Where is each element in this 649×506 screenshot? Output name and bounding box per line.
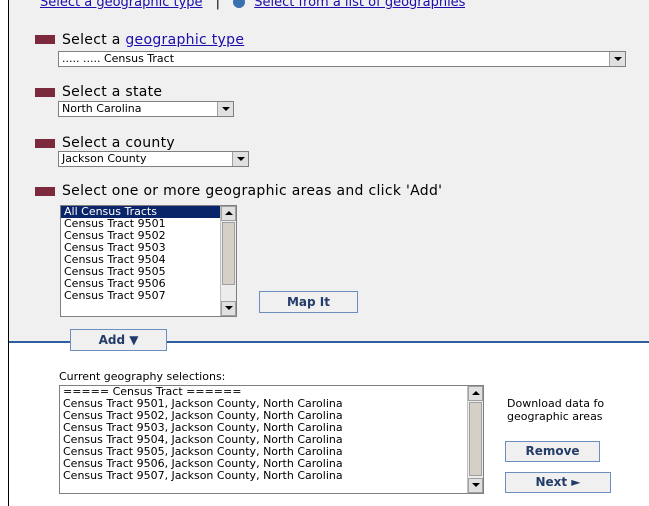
bullet-icon	[35, 35, 55, 44]
scrollbar[interactable]	[220, 206, 236, 316]
state-select-value: North Carolina	[62, 102, 142, 115]
download-note-line1: Download data fo	[507, 397, 605, 410]
state-select[interactable]: North Carolina	[58, 101, 234, 117]
add-button[interactable]: Add ▼	[70, 329, 167, 351]
chevron-down-icon[interactable]	[232, 152, 248, 166]
frame-border	[8, 0, 9, 506]
geographic-type-link[interactable]: geographic type	[125, 32, 244, 48]
scroll-thumb[interactable]	[469, 402, 482, 476]
chevron-down-icon[interactable]	[609, 52, 625, 66]
bullet-icon	[35, 88, 55, 97]
radio-icon[interactable]	[233, 0, 246, 8]
scroll-up-icon[interactable]	[468, 386, 483, 401]
list-geographies-link[interactable]: Select from a list of geographies	[254, 0, 465, 10]
county-select[interactable]: Jackson County	[58, 151, 249, 167]
list-item[interactable]: Census Tract 9507	[61, 290, 236, 302]
areas-label: Select one or more geographic areas and …	[62, 183, 443, 199]
geo-type-label-prefix: Select a	[62, 32, 126, 48]
county-label: Select a county	[62, 135, 175, 151]
scroll-down-icon[interactable]	[468, 478, 483, 493]
bullet-icon	[35, 139, 55, 148]
geographic-type-link[interactable]: Select a geographic type	[40, 0, 203, 10]
areas-listbox[interactable]: All Census Tracts Census Tract 9501 Census…	[60, 205, 237, 317]
scrollbar[interactable]	[467, 386, 483, 493]
bullet-icon	[35, 187, 55, 196]
geo-type-label: Select a geographic type	[62, 32, 244, 48]
link-separator: |	[215, 0, 221, 10]
next-button[interactable]: Next ►	[505, 472, 611, 493]
geo-type-select-value: ..... ..... Census Tract	[62, 52, 175, 65]
remove-button[interactable]: Remove	[505, 441, 600, 462]
areas-rows: All Census Tracts Census Tract 9501 Census…	[61, 206, 236, 302]
state-label: Select a state	[62, 84, 163, 100]
download-note-line2: geographic areas	[507, 410, 603, 423]
scroll-thumb[interactable]	[222, 222, 235, 285]
geo-type-select[interactable]: ..... ..... Census Tract	[58, 51, 626, 67]
list-item[interactable]: Census Tract 9507, Jackson County, North…	[60, 470, 483, 482]
scroll-up-icon[interactable]	[221, 206, 236, 221]
top-links: Select a geographic type | Select from a…	[40, 0, 465, 14]
scroll-down-icon[interactable]	[221, 301, 236, 316]
map-it-button[interactable]: Map It	[259, 291, 358, 313]
selections-listbox[interactable]: ===== Census Tract ====== Census Tract 95…	[59, 385, 484, 494]
selections-label: Current geography selections:	[59, 370, 226, 383]
chevron-down-icon[interactable]	[217, 102, 233, 116]
selections-rows: ===== Census Tract ====== Census Tract 95…	[60, 386, 483, 482]
county-select-value: Jackson County	[62, 152, 147, 165]
